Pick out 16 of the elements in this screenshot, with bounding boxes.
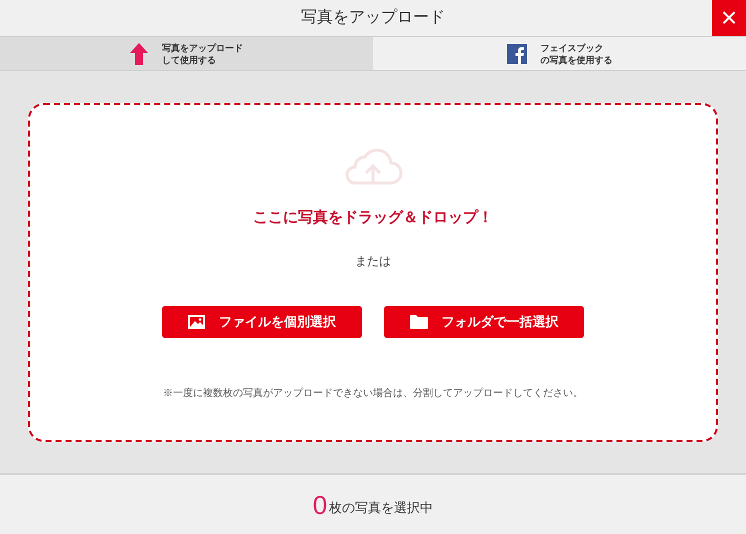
image-icon — [188, 314, 205, 328]
window-title: 写真をアップロード — [301, 8, 445, 28]
selected-count: 0 — [312, 492, 328, 518]
selected-label: 枚の写真を選択中 — [329, 498, 434, 517]
tab[interactable]: フェイスブック の写真を使用する — [373, 37, 746, 70]
tab[interactable]: 写真をアップロード して使用する — [0, 37, 373, 70]
folder-select-button[interactable]: フォルダで一括選択 — [384, 306, 584, 338]
or-label: または — [355, 252, 391, 270]
drop-heading: ここに写真をドラッグ＆ドロップ！ — [253, 208, 493, 228]
folder-icon — [410, 314, 428, 328]
facebook-icon — [506, 44, 526, 64]
note-text: ※一度に複数枚の写真がアップロードできない場合は、分割してアップロードしてください。 — [163, 386, 583, 400]
drop-zone[interactable]: ここに写真をドラッグ＆ドロップ！ または ファイルを個別選択 フォルダで一括選択 ※一度に複数枚の写真がアップロードできない場合は、分割してアップロードしてください。 — [28, 103, 718, 442]
file-select-button[interactable]: ファイルを個別選択 — [162, 306, 362, 338]
up-arrow-icon — [130, 42, 148, 64]
close-button[interactable]: × — [712, 0, 746, 36]
